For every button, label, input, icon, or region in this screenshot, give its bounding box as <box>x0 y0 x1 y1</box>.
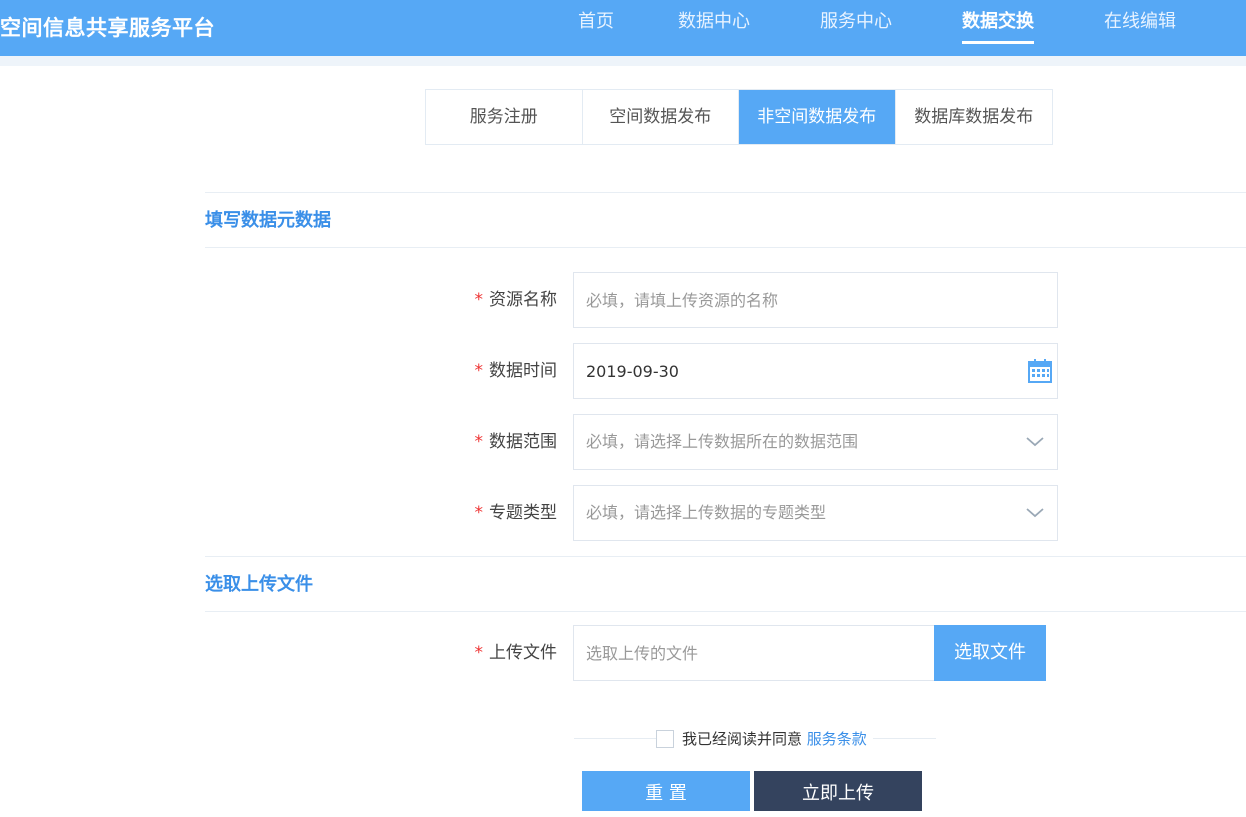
reset-button[interactable]: 重 置 <box>582 771 750 811</box>
required-mark: * <box>474 290 484 310</box>
data-time-label: * 数据时间 <box>474 361 558 381</box>
metadata-section-title: 填写数据元数据 <box>205 210 331 231</box>
tab-service-register[interactable]: 服务注册 <box>426 90 583 144</box>
data-range-select[interactable]: 必填，请选择上传数据所在的数据范围 <box>573 414 1058 470</box>
site-title[interactable]: 空间信息共享服务平台 <box>0 8 215 48</box>
topic-type-label: * 专题类型 <box>474 503 558 523</box>
top-header: 空间信息共享服务平台 首页 数据中心 服务中心 数据交换 在线编辑 <box>0 0 1246 56</box>
resource-name-input[interactable] <box>586 273 1006 327</box>
data-time-input[interactable] <box>586 344 1006 398</box>
tab-database-data-publish[interactable]: 数据库数据发布 <box>896 90 1053 144</box>
terms-link[interactable]: 服务条款 <box>807 730 867 748</box>
choose-file-button[interactable]: 选取文件 <box>934 625 1046 681</box>
agree-checkbox[interactable] <box>656 730 674 748</box>
upload-now-button[interactable]: 立即上传 <box>754 771 922 811</box>
agreement-text: 我已经阅读并同意 <box>682 730 803 748</box>
nav-home[interactable]: 首页 <box>578 0 614 56</box>
required-mark: * <box>474 432 484 452</box>
chevron-down-icon <box>1026 508 1044 518</box>
data-time-row: * 数据时间 <box>460 343 1060 399</box>
upload-file-field <box>573 625 1006 681</box>
resource-name-row: * 资源名称 <box>460 272 1060 328</box>
nav-data-exchange[interactable]: 数据交换 <box>962 0 1034 56</box>
topic-type-placeholder: 必填，请选择上传数据的专题类型 <box>586 503 827 522</box>
upload-section-title: 选取上传文件 <box>205 574 313 595</box>
tab-spatial-data-publish[interactable]: 空间数据发布 <box>583 90 739 144</box>
upload-file-label: * 上传文件 <box>474 643 558 663</box>
nav-service-center[interactable]: 服务中心 <box>820 0 892 56</box>
resource-name-field <box>573 272 1058 328</box>
topic-type-select[interactable]: 必填，请选择上传数据的专题类型 <box>573 485 1058 541</box>
publish-tabs: 服务注册 空间数据发布 非空间数据发布 数据库数据发布 <box>425 89 1053 145</box>
data-range-placeholder: 必填，请选择上传数据所在的数据范围 <box>586 432 859 451</box>
data-time-field <box>573 343 1058 399</box>
chevron-down-icon <box>1026 437 1044 447</box>
nav-online-edit[interactable]: 在线编辑 <box>1104 0 1176 56</box>
metadata-section-header: 填写数据元数据 <box>205 192 1246 248</box>
required-mark: * <box>474 643 484 663</box>
upload-section-header: 选取上传文件 <box>205 556 1246 612</box>
agreement: 我已经阅读并同意 服务条款 <box>656 727 873 751</box>
calendar-icon[interactable] <box>1027 358 1053 384</box>
required-mark: * <box>474 361 484 381</box>
header-shadow-bar <box>0 56 1246 66</box>
nav-data-center[interactable]: 数据中心 <box>678 0 750 56</box>
resource-name-label: * 资源名称 <box>474 290 558 310</box>
data-range-row: * 数据范围 必填，请选择上传数据所在的数据范围 <box>460 414 1060 470</box>
tab-nonspatial-data-publish[interactable]: 非空间数据发布 <box>739 90 896 144</box>
upload-file-row: *上传文件 选取文件 <box>460 625 1060 681</box>
data-range-label: * 数据范围 <box>474 432 558 452</box>
required-mark: * <box>474 503 484 523</box>
topic-type-row: * 专题类型 必填，请选择上传数据的专题类型 <box>460 485 1060 541</box>
